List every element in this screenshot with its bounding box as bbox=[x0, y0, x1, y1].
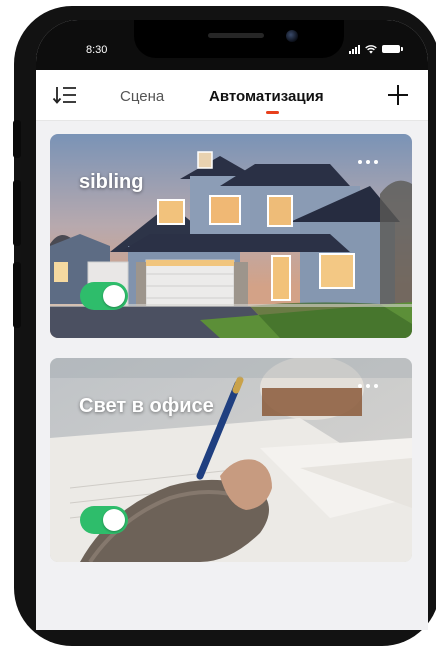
automation-title: Свет в офисе bbox=[79, 395, 214, 417]
top-nav-bar: Сцена Автоматизация bbox=[36, 70, 428, 121]
more-dots-icon[interactable] bbox=[356, 383, 380, 389]
automation-toggle[interactable] bbox=[80, 282, 128, 310]
camera-icon bbox=[286, 30, 298, 42]
automation-card[interactable]: sibling bbox=[50, 134, 412, 338]
active-tab-indicator bbox=[266, 111, 279, 114]
automation-list: sibling Свет в офисе bbox=[36, 121, 428, 630]
phone-side-button bbox=[13, 120, 21, 158]
more-dots-icon[interactable] bbox=[356, 159, 380, 165]
tab-automation[interactable]: Автоматизация bbox=[209, 88, 324, 105]
app-screen: 8:30 Сцена Автоматизация sibling Свет в … bbox=[36, 20, 428, 630]
status-time: 8:30 bbox=[86, 44, 108, 56]
automation-card[interactable]: Свет в офисе bbox=[50, 358, 412, 562]
automation-title: sibling bbox=[79, 171, 144, 193]
sort-list-icon[interactable] bbox=[52, 84, 78, 106]
tab-scene[interactable]: Сцена bbox=[120, 88, 164, 105]
status-bar: 8:30 bbox=[36, 20, 428, 70]
wifi-icon bbox=[365, 44, 377, 54]
toggle-knob bbox=[103, 509, 125, 531]
phone-side-button bbox=[13, 180, 21, 246]
signal-icon bbox=[349, 44, 360, 54]
notch bbox=[134, 20, 344, 58]
system-icons bbox=[349, 44, 403, 54]
phone-side-button bbox=[13, 262, 21, 328]
battery-icon bbox=[382, 45, 403, 53]
toggle-knob bbox=[103, 285, 125, 307]
automation-toggle[interactable] bbox=[80, 506, 128, 534]
speaker bbox=[208, 33, 264, 38]
plus-icon[interactable] bbox=[386, 83, 410, 107]
